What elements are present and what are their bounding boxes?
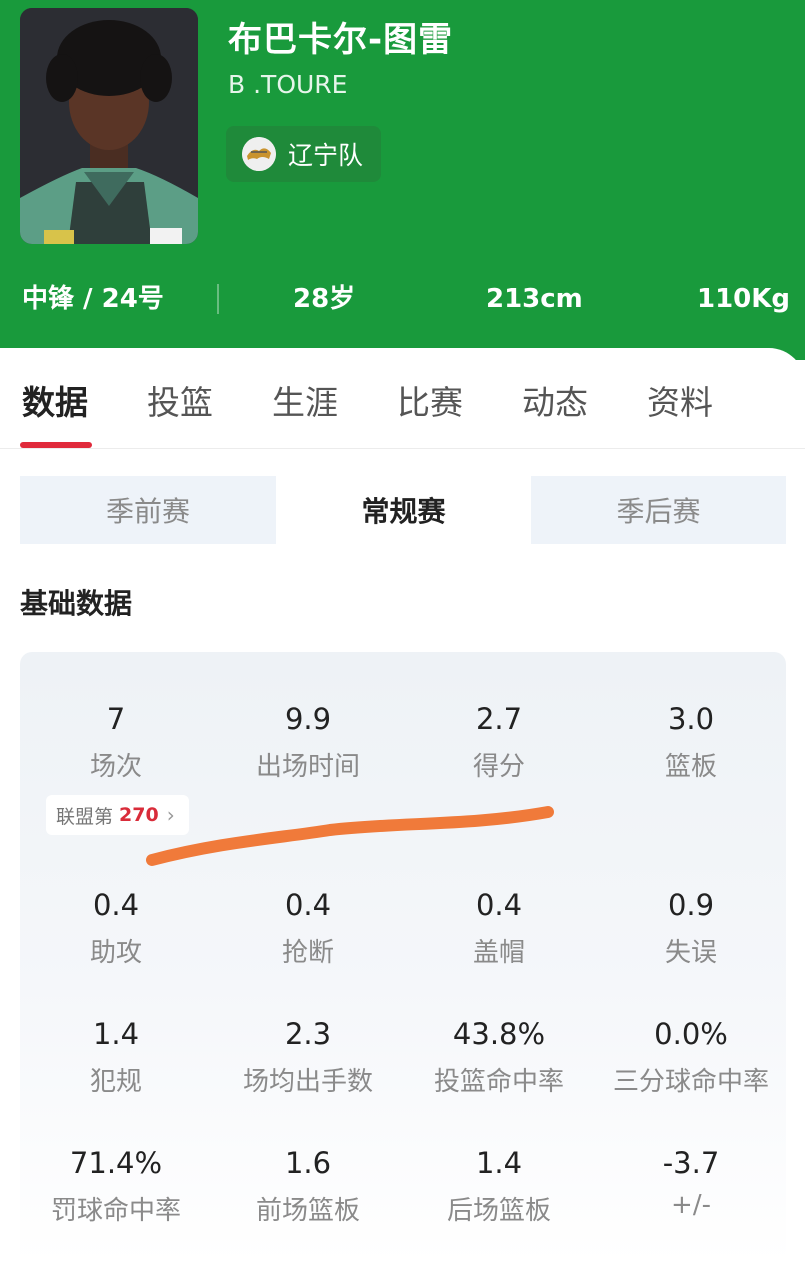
stat-value: 0.4	[92, 888, 140, 922]
team-logo-icon	[242, 137, 276, 171]
rank-value: 270	[119, 804, 159, 826]
stat-assists: 0.4 助攻	[26, 888, 206, 969]
player-height: 213cm	[486, 284, 583, 314]
stat-value: 0.4	[475, 888, 523, 922]
stat-turnovers: 0.9 失误	[601, 888, 781, 969]
segment-regular-season[interactable]: 常规赛	[277, 476, 530, 544]
stat-label: 罚球命中率	[50, 1196, 181, 1226]
stat-value: 1.4	[92, 1017, 140, 1051]
stat-value: 0.0%	[654, 1017, 728, 1051]
stat-value: 7	[106, 702, 126, 736]
active-tab-indicator	[20, 442, 92, 448]
stat-value: 1.6	[284, 1146, 332, 1180]
stat-label: 篮板	[664, 752, 717, 782]
info-divider	[217, 284, 219, 314]
player-name: 布巴卡尔-图雷	[228, 20, 454, 60]
stat-label: 得分	[472, 752, 525, 782]
tab-data[interactable]: 数据	[22, 376, 88, 424]
stat-value: 43.8%	[452, 1017, 546, 1051]
position-number: 中锋 / 24号	[22, 284, 164, 314]
tab-profile[interactable]: 资料	[647, 376, 713, 424]
stat-value: 3.0	[667, 702, 715, 736]
stat-label: 场均出手数	[242, 1067, 373, 1097]
tab-news[interactable]: 动态	[522, 376, 588, 424]
stat-label: 抢断	[281, 938, 334, 968]
tab-games[interactable]: 比赛	[397, 376, 463, 424]
stat-label: 场次	[89, 752, 142, 782]
chevron-right-icon: ›	[166, 803, 175, 827]
stat-label: 前场篮板	[255, 1196, 360, 1226]
player-info-row: 中锋 / 24号 28岁 213cm 110Kg	[0, 276, 805, 322]
stat-games: 7 场次	[26, 702, 206, 783]
segment-preseason[interactable]: 季前赛	[20, 476, 276, 544]
stat-label: +/-	[671, 1190, 711, 1220]
team-name: 辽宁队	[288, 141, 364, 170]
stat-label: 投篮命中率	[433, 1067, 564, 1097]
stat-rebounds: 3.0 篮板	[601, 702, 781, 783]
player-weight: 110Kg	[697, 284, 791, 314]
player-photo	[20, 8, 198, 244]
tab-career[interactable]: 生涯	[272, 376, 338, 424]
stat-label: 失误	[664, 938, 717, 968]
stat-fga: 2.3 场均出手数	[218, 1017, 398, 1098]
stat-label: 助攻	[89, 938, 142, 968]
stat-steals: 0.4 抢断	[218, 888, 398, 969]
stat-off-rebounds: 1.6 前场篮板	[218, 1146, 398, 1227]
stat-value: 2.3	[284, 1017, 332, 1051]
stat-fouls: 1.4 犯规	[26, 1017, 206, 1098]
segment-playoffs[interactable]: 季后赛	[531, 476, 786, 544]
section-title: 基础数据	[20, 587, 133, 620]
stat-label: 犯规	[89, 1067, 142, 1097]
tab-shooting[interactable]: 投篮	[147, 376, 213, 424]
stat-value: 9.9	[284, 702, 332, 736]
stat-def-rebounds: 1.4 后场篮板	[409, 1146, 589, 1227]
stat-plus-minus: -3.7 +/-	[601, 1146, 781, 1220]
stat-value: 2.7	[475, 702, 523, 736]
stat-ft-pct: 71.4% 罚球命中率	[26, 1146, 206, 1227]
stat-value: -3.7	[662, 1146, 720, 1180]
stat-value: 71.4%	[69, 1146, 163, 1180]
stat-3p-pct: 0.0% 三分球命中率	[601, 1017, 781, 1098]
stat-label: 后场篮板	[446, 1196, 551, 1226]
stat-label: 盖帽	[472, 938, 525, 968]
stat-minutes: 9.9 出场时间	[218, 702, 398, 783]
team-chip[interactable]: 辽宁队	[226, 126, 382, 182]
league-rank-badge[interactable]: 联盟第 270 ›	[46, 795, 189, 835]
stat-fg-pct: 43.8% 投篮命中率	[409, 1017, 589, 1098]
stat-points: 2.7 得分	[409, 702, 589, 783]
player-header: 布巴卡尔-图雷 B .TOURE 辽宁队 中锋 / 24号 28岁 213cm …	[0, 0, 805, 360]
player-age: 28岁	[293, 284, 356, 314]
stat-label: 三分球命中率	[612, 1067, 769, 1097]
player-english-name: B .TOURE	[228, 70, 348, 99]
stat-blocks: 0.4 盖帽	[409, 888, 589, 969]
tab-bar: 数据 投篮 生涯 比赛 动态 资料	[0, 348, 805, 449]
stat-value: 0.9	[667, 888, 715, 922]
rank-prefix: 联盟第	[56, 805, 114, 828]
stat-value: 1.4	[475, 1146, 523, 1180]
stat-label: 出场时间	[255, 752, 360, 782]
stat-value: 0.4	[284, 888, 332, 922]
